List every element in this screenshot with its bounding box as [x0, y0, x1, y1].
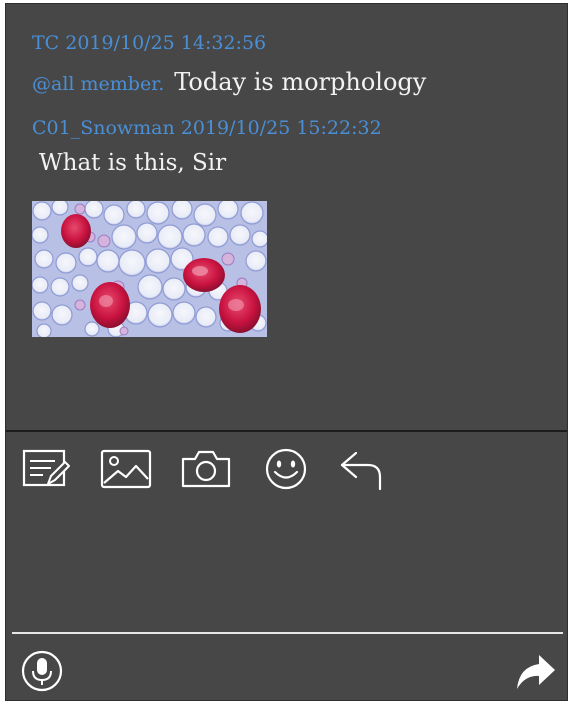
image-button[interactable]: [98, 444, 154, 494]
back-arrow-icon: [340, 451, 382, 491]
message-list[interactable]: TC 2019/10/25 14:32:56 @all member. Today…: [6, 4, 567, 430]
chat-panel: TC 2019/10/25 14:32:56 @all member. Today…: [5, 3, 568, 701]
footer-divider: [12, 632, 563, 634]
back-button[interactable]: [334, 444, 390, 494]
message-header: C01_Snowman 2019/10/25 15:22:32: [32, 117, 382, 139]
send-arrow-icon: [517, 655, 555, 689]
microphone-icon: [21, 650, 63, 692]
microscope-image: [32, 201, 267, 337]
message-text: What is this, Sir: [39, 150, 227, 176]
note-edit-icon: [22, 449, 70, 487]
camera-button[interactable]: [178, 444, 234, 494]
emoji-button[interactable]: [258, 444, 314, 494]
emoji-icon: [265, 448, 307, 490]
camera-icon: [181, 450, 231, 488]
voice-input-button[interactable]: [20, 649, 64, 693]
compose-toolbar: [18, 444, 438, 494]
mention-link[interactable]: @all member.: [32, 73, 164, 95]
send-button[interactable]: [513, 651, 557, 693]
message-input-divider: [6, 430, 567, 432]
image-attachment[interactable]: [32, 201, 267, 337]
message-header: TC 2019/10/25 14:32:56: [32, 32, 267, 54]
message-body: @all member. Today is morphology: [32, 68, 426, 96]
message-text: Today is morphology: [174, 68, 427, 96]
note-edit-button[interactable]: [18, 444, 74, 494]
image-icon: [100, 449, 152, 489]
